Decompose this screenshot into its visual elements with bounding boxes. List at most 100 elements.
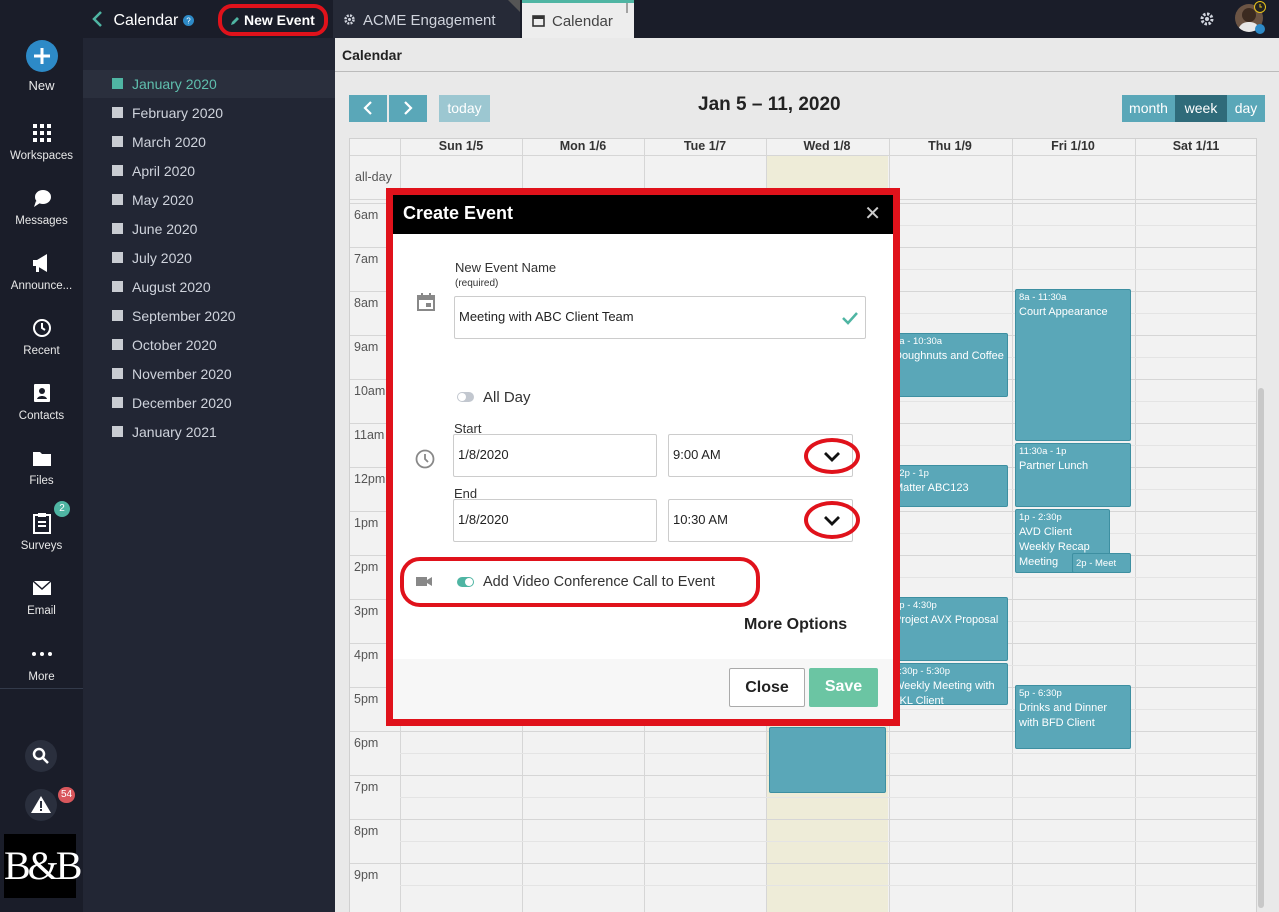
end-date-input[interactable]: 1/8/2020 <box>453 499 657 542</box>
tab-new-event[interactable]: New Event <box>218 4 328 36</box>
close-button[interactable]: Close <box>729 668 805 707</box>
month-checkbox[interactable] <box>112 310 123 321</box>
chevron-down-icon <box>824 452 840 462</box>
calendar-event[interactable]: 3p - 4:30p Project AVX Proposal <box>890 597 1008 661</box>
rail-item-more[interactable]: More <box>0 643 83 683</box>
month-checkbox[interactable] <box>112 397 123 408</box>
rail-item-workspaces[interactable]: Workspaces <box>0 122 83 162</box>
rail-item-announcements[interactable]: Announce... <box>0 252 83 292</box>
month-checkbox[interactable] <box>112 223 123 234</box>
sidebar-month-item[interactable]: October 2020 <box>83 331 335 359</box>
rail-item-messages[interactable]: Messages <box>0 187 83 227</box>
sidebar-month-item[interactable]: July 2020 <box>83 244 335 272</box>
month-checkbox[interactable] <box>112 339 123 350</box>
video-conference-toggle[interactable] <box>457 577 474 587</box>
event-name-input[interactable]: Meeting with ABC Client Team <box>454 296 866 339</box>
sidebar-month-item[interactable]: May 2020 <box>83 186 335 214</box>
close-icon[interactable]: ✕ <box>864 201 881 226</box>
svg-text:?: ? <box>186 17 191 26</box>
tab-acme-engagement[interactable]: ACME Engagement <box>333 0 520 38</box>
month-checkbox[interactable] <box>112 107 123 118</box>
rail-divider <box>0 688 83 689</box>
alert-icon[interactable] <box>25 789 57 821</box>
rail-item-contacts[interactable]: Contacts <box>0 382 83 422</box>
view-week-button[interactable]: week <box>1175 95 1227 122</box>
search-icon[interactable] <box>25 740 57 772</box>
rail-label: More <box>28 671 55 683</box>
event-title: Drinks and Dinner with BFD Client <box>1019 701 1108 729</box>
rail-label: Workspaces <box>9 150 74 162</box>
alerts-badge: 54 <box>58 787 76 803</box>
calendar-icon <box>417 293 435 311</box>
sidebar-month-item[interactable]: June 2020 <box>83 215 335 243</box>
next-week-button[interactable] <box>389 95 427 122</box>
hour-label: 6am <box>354 208 379 222</box>
end-date-value: 1/8/2020 <box>458 512 509 527</box>
month-checkbox[interactable] <box>112 136 123 147</box>
end-time-dropdown-highlight[interactable] <box>804 501 860 539</box>
rail-item-surveys[interactable]: Surveys <box>0 512 83 552</box>
start-time-dropdown-highlight[interactable] <box>804 438 860 474</box>
calendar-event[interactable]: 8a - 11:30a Court Appearance <box>1015 289 1131 441</box>
new-button[interactable]: New <box>0 40 83 93</box>
event-time: 8a - 11:30a <box>1019 292 1067 303</box>
rail-item-files[interactable]: Files <box>0 447 83 487</box>
settings-gear-icon[interactable] <box>1199 11 1215 27</box>
month-checkbox[interactable] <box>112 194 123 205</box>
calendar-event[interactable]: 4:30p - 5:30p Weekly Meeting with JKL Cli… <box>890 663 1008 705</box>
event-time: 1p - 2:30p <box>1019 512 1062 523</box>
check-icon <box>842 312 858 325</box>
calendar-event[interactable]: 11:30a - 1p Partner Lunch <box>1015 443 1131 507</box>
calendar-event[interactable]: 12p - 1p Matter ABC123 <box>890 465 1008 507</box>
sidebar-month-item[interactable]: January 2020 <box>83 70 335 98</box>
sidebar-month-item[interactable]: November 2020 <box>83 360 335 388</box>
grid-icon <box>32 124 51 142</box>
event-title: Matter ABC123 <box>894 481 969 494</box>
status-dot <box>1255 24 1265 34</box>
month-checkbox[interactable] <box>112 426 123 437</box>
sidebar-month-item[interactable]: September 2020 <box>83 302 335 330</box>
calendar-event[interactable]: 9a - 10:30a Doughnuts and Coffee <box>890 333 1008 397</box>
month-checkbox[interactable] <box>112 281 123 292</box>
sidebar-month-item[interactable]: April 2020 <box>83 157 335 185</box>
calendar-event[interactable] <box>769 727 886 793</box>
month-checkbox[interactable] <box>112 252 123 263</box>
view-day-button[interactable]: day <box>1227 95 1265 122</box>
view-month-button[interactable]: month <box>1122 95 1175 122</box>
hour-label: 1pm <box>354 516 379 530</box>
rail-item-recent[interactable]: Recent <box>0 317 83 357</box>
all-day-toggle[interactable] <box>457 392 474 402</box>
month-checkbox[interactable] <box>112 368 123 379</box>
prev-week-button[interactable] <box>349 95 387 122</box>
sidebar-month-item[interactable]: January 2021 <box>83 418 335 446</box>
more-options-link[interactable]: More Options <box>744 616 847 634</box>
month-label: April 2020 <box>132 163 196 179</box>
sidebar-month-item[interactable]: February 2020 <box>83 99 335 127</box>
grid-hline <box>350 155 1256 156</box>
grid-half-hline <box>400 841 1256 842</box>
month-checkbox[interactable] <box>112 165 123 176</box>
calendar-back-link[interactable]: Calendar ? <box>91 10 194 30</box>
sidebar-month-item[interactable]: August 2020 <box>83 273 335 301</box>
tab-calendar[interactable]: Calendar <box>522 0 634 38</box>
save-button[interactable]: Save <box>809 668 878 707</box>
calendar-icon <box>532 15 545 27</box>
sidebar-title: Calendar <box>113 12 179 29</box>
month-checkbox[interactable] <box>112 78 123 89</box>
sidebar-month-item[interactable]: December 2020 <box>83 389 335 417</box>
month-label: January 2021 <box>132 424 217 440</box>
grid-scrollbar[interactable] <box>1258 388 1264 908</box>
pin-icon[interactable] <box>624 3 630 13</box>
month-label: November 2020 <box>132 366 232 382</box>
rail-label: Contacts <box>18 410 65 422</box>
calendar-event[interactable]: 5p - 6:30p Drinks and Dinner with BFD Cli… <box>1015 685 1131 749</box>
month-label: February 2020 <box>132 105 224 121</box>
rail-item-email[interactable]: Email <box>0 577 83 617</box>
help-icon[interactable]: ? <box>182 15 194 26</box>
today-button[interactable]: today <box>439 95 490 122</box>
calendar-event[interactable]: 2p - Meet <box>1072 553 1131 573</box>
sidebar-month-item[interactable]: March 2020 <box>83 128 335 156</box>
start-date-input[interactable]: 1/8/2020 <box>453 434 657 477</box>
firm-logo: B&B <box>4 834 82 898</box>
hour-label: 6pm <box>354 736 379 750</box>
